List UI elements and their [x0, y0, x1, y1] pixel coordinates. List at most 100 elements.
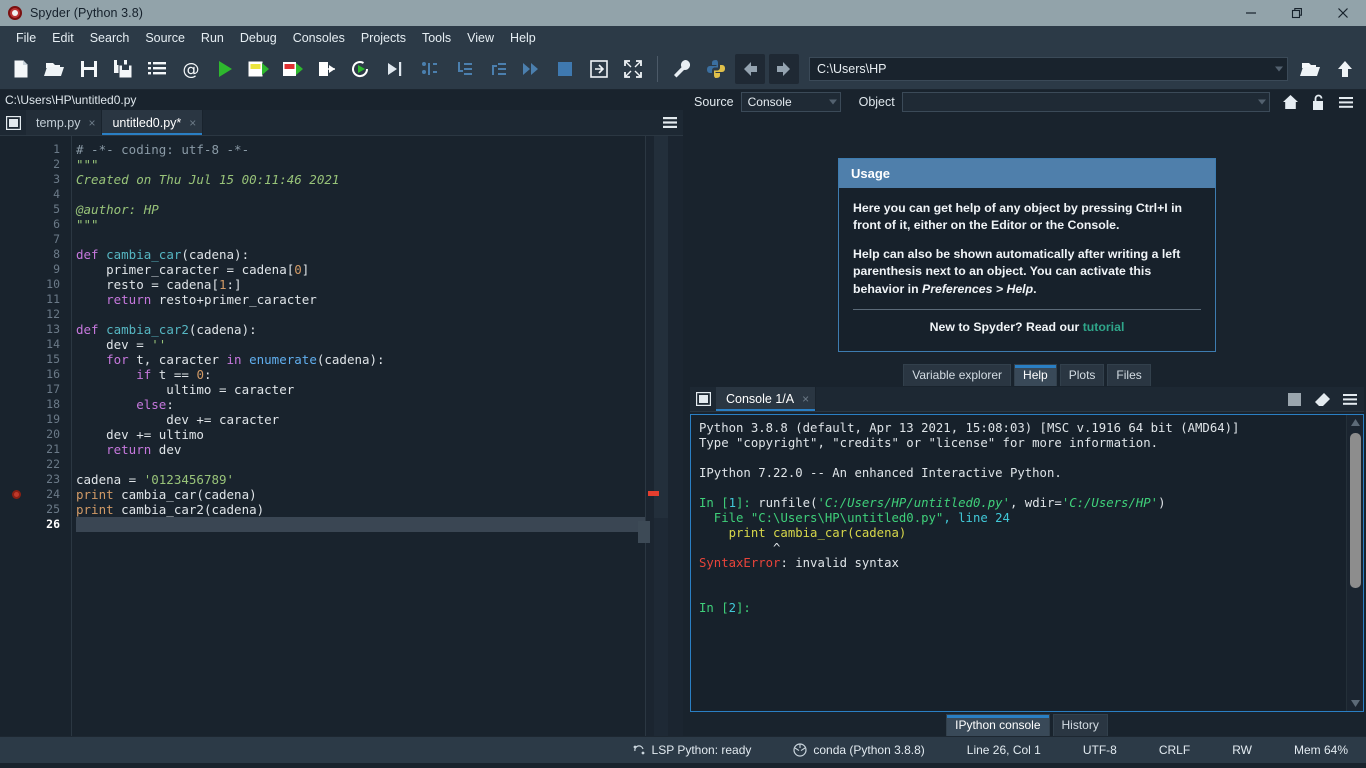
console-options-hamburger-menu-icon[interactable]	[1336, 387, 1364, 411]
home-icon[interactable]	[1276, 90, 1304, 114]
console-vertical-scrollbar[interactable]	[1346, 415, 1363, 711]
browse-tabs-icon[interactable]	[0, 110, 26, 135]
find-symbol-icon[interactable]: @	[174, 52, 208, 86]
code-line: return resto+primer_caracter	[76, 292, 683, 307]
open-file-icon[interactable]	[38, 52, 72, 86]
help-options-hamburger-menu-icon[interactable]	[1332, 90, 1360, 114]
close-button[interactable]	[1320, 0, 1366, 26]
step-return-icon[interactable]	[480, 52, 514, 86]
console-output-text[interactable]: Python 3.8.8 (default, Apr 13 2021, 15:0…	[691, 415, 1346, 711]
menu-help[interactable]: Help	[502, 29, 544, 47]
tab-files[interactable]: Files	[1107, 364, 1151, 386]
scroll-up-arrow-icon[interactable]	[1347, 415, 1363, 430]
browse-tabs-icon[interactable]	[690, 387, 716, 411]
save-all-icon[interactable]	[106, 52, 140, 86]
permissions-status[interactable]: RW	[1232, 743, 1252, 757]
console-line: Type "copyright", "credits" or "license"…	[699, 436, 1338, 451]
chevron-down-icon[interactable]	[1275, 66, 1283, 72]
back-button[interactable]	[735, 54, 765, 84]
editor-tab-label: untitled0.py*	[112, 115, 182, 130]
console-tab-1a[interactable]: Console 1/A ×	[716, 387, 817, 411]
editor-body[interactable]: 1 2 3 4 5 6 7 8 9 10 11 12 13 14 15 16 17 18 19 20 21 22 23 24 2…	[0, 136, 683, 736]
memory-status[interactable]: Mem 64%	[1294, 743, 1348, 757]
menu-tools[interactable]: Tools	[414, 29, 459, 47]
step-into-icon[interactable]	[446, 52, 480, 86]
code-token: 0	[196, 367, 204, 382]
line-number: 9	[53, 262, 60, 276]
editor-tab-untitled0[interactable]: untitled0.py* ×	[102, 110, 204, 135]
eraser-icon[interactable]	[1308, 387, 1336, 411]
menu-run[interactable]: Run	[193, 29, 232, 47]
minimize-button[interactable]	[1228, 0, 1274, 26]
wrench-icon[interactable]	[665, 52, 699, 86]
tab-ipython-console[interactable]: IPython console	[946, 714, 1050, 736]
debug-file-icon[interactable]	[378, 52, 412, 86]
working-directory-input[interactable]: C:\Users\HP	[809, 57, 1288, 81]
stop-square-icon[interactable]	[1280, 387, 1308, 411]
editor-options-hamburger-menu-icon[interactable]	[657, 110, 683, 135]
encoding-status[interactable]: UTF-8	[1083, 743, 1117, 757]
new-file-icon[interactable]	[4, 52, 38, 86]
chevron-down-icon[interactable]	[1258, 99, 1266, 105]
continue-icon[interactable]	[514, 52, 548, 86]
unlocked-padlock-icon[interactable]	[1304, 90, 1332, 114]
menu-view[interactable]: View	[459, 29, 502, 47]
usage-p1-text-a: Here you can get help of any object by p…	[853, 201, 1136, 215]
menu-edit[interactable]: Edit	[44, 29, 82, 47]
editor-code-area[interactable]: # -*- coding: utf-8 -*- """ Created on Thu…	[72, 136, 683, 736]
menu-search[interactable]: Search	[82, 29, 138, 47]
save-file-icon[interactable]	[72, 52, 106, 86]
menu-projects[interactable]: Projects	[353, 29, 414, 47]
code-token: :	[166, 397, 174, 412]
fullscreen-icon[interactable]	[616, 52, 650, 86]
menu-source[interactable]: Source	[137, 29, 193, 47]
run-cell-icon[interactable]	[242, 52, 276, 86]
close-icon[interactable]: ×	[88, 116, 95, 130]
console-scrollbar-thumb[interactable]	[1350, 433, 1361, 588]
line-number: 15	[46, 352, 60, 366]
stop-debug-icon[interactable]	[548, 52, 582, 86]
close-icon[interactable]: ×	[802, 392, 809, 406]
tab-help[interactable]: Help	[1014, 364, 1057, 386]
open-folder-icon[interactable]	[1294, 52, 1328, 86]
breakpoint-marker-icon[interactable]	[12, 490, 21, 499]
maximize-button[interactable]	[1274, 0, 1320, 26]
console-tab-label: Console 1/A	[726, 392, 795, 406]
run-file-icon[interactable]	[208, 52, 242, 86]
run-selection-icon[interactable]	[310, 52, 344, 86]
step-over-icon[interactable]	[412, 52, 446, 86]
window-title: Spyder (Python 3.8)	[30, 6, 144, 20]
editor-line-number-gutter[interactable]: 1 2 3 4 5 6 7 8 9 10 11 12 13 14 15 16 17 18 19 20 21 22 23 24 2…	[0, 136, 72, 736]
tab-history[interactable]: History	[1052, 714, 1108, 736]
syntax-error-marker[interactable]	[648, 491, 659, 496]
code-line: if t == 0:	[76, 367, 683, 382]
lsp-status[interactable]: LSP Python: ready	[632, 743, 751, 757]
editor-scrollbar-thumb[interactable]	[654, 136, 668, 518]
menu-consoles[interactable]: Consoles	[285, 29, 353, 47]
cursor-position-status[interactable]: Line 26, Col 1	[967, 743, 1041, 757]
tab-plots[interactable]: Plots	[1059, 364, 1105, 386]
scroll-down-arrow-icon[interactable]	[1347, 696, 1363, 711]
chevron-down-icon[interactable]	[828, 99, 837, 105]
code-token: :	[203, 367, 212, 382]
forward-button[interactable]	[769, 54, 799, 84]
python-logo-icon[interactable]	[699, 52, 733, 86]
source-select[interactable]: Console	[740, 92, 841, 112]
console-output-area[interactable]: Python 3.8.8 (default, Apr 13 2021, 15:0…	[690, 414, 1364, 712]
run-cell-advance-icon[interactable]	[276, 52, 310, 86]
eol-status[interactable]: CRLF	[1159, 743, 1190, 757]
maximize-pane-icon[interactable]	[582, 52, 616, 86]
file-switcher-icon[interactable]	[140, 52, 174, 86]
code-token: # -*- coding: utf-8 -*-	[76, 142, 250, 157]
menu-file[interactable]: File	[8, 29, 44, 47]
re-run-cell-icon[interactable]	[344, 52, 378, 86]
editor-tab-temp[interactable]: temp.py ×	[26, 110, 103, 135]
interpreter-status[interactable]: conda (Python 3.8.8)	[793, 743, 925, 757]
close-icon[interactable]: ×	[189, 116, 196, 130]
object-input[interactable]	[901, 92, 1270, 112]
tab-variable-explorer[interactable]: Variable explorer	[903, 364, 1012, 386]
menu-debug[interactable]: Debug	[232, 29, 285, 47]
tutorial-link[interactable]: tutorial	[1083, 320, 1125, 334]
arrow-up-icon[interactable]	[1328, 52, 1362, 86]
editor-vertical-scrollbar[interactable]	[654, 136, 668, 736]
